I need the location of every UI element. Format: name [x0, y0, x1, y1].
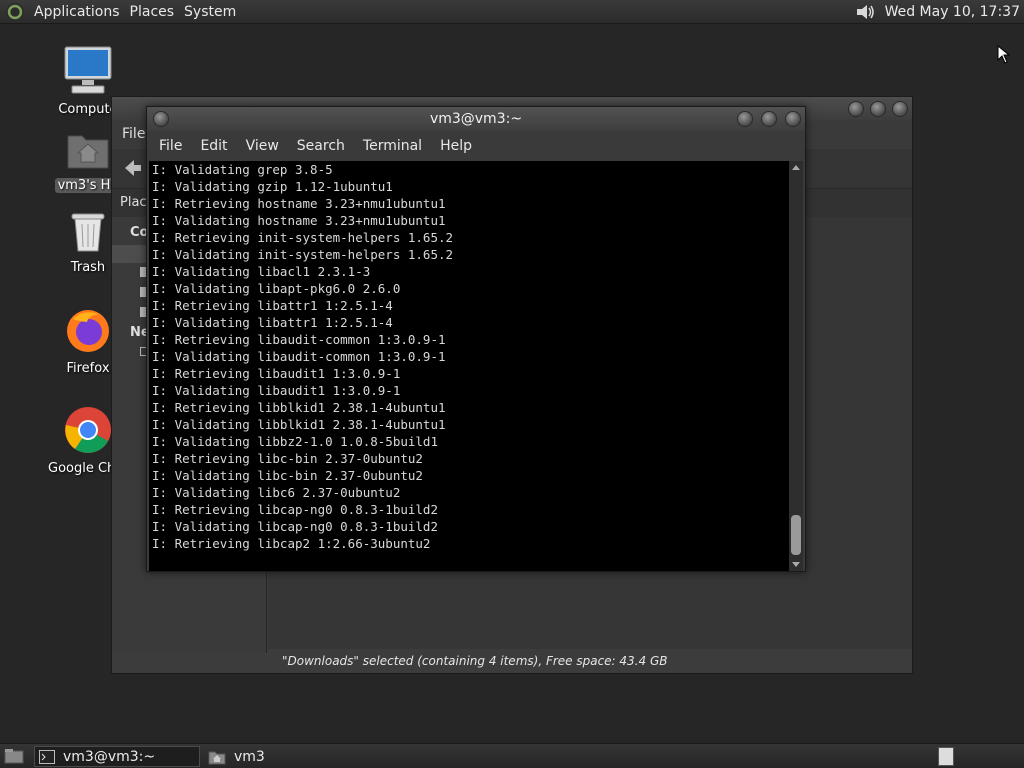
- scroll-down-icon[interactable]: [789, 561, 803, 569]
- terminal-line: I: Validating libapt-pkg6.0 2.6.0: [152, 281, 401, 296]
- terminal-line: I: Validating libacl1 2.3.1-3: [152, 264, 371, 279]
- terminal-output[interactable]: I: Validating grep 3.8-5 I: Validating gz…: [149, 161, 791, 571]
- file-menu[interactable]: File: [122, 126, 145, 142]
- taskbar-item-label: vm3@vm3:~: [63, 748, 156, 765]
- terminal-menu-search[interactable]: Search: [297, 138, 345, 154]
- workspace-switcher-icon[interactable]: [938, 747, 954, 766]
- terminal-line: I: Retrieving init-system-helpers 1.65.2: [152, 230, 454, 245]
- terminal-line: I: Validating gzip 1.12-1ubuntu1: [152, 179, 393, 194]
- clock[interactable]: Wed May 10, 17:37: [885, 4, 1020, 20]
- terminal-menu-file[interactable]: File: [159, 138, 182, 154]
- terminal-menubar: File Edit View Search Terminal Help: [147, 133, 805, 159]
- terminal-line: I: Validating init-system-helpers 1.65.2: [152, 247, 454, 262]
- terminal-scrollbar[interactable]: [789, 161, 803, 571]
- terminal-line: I: Validating libblkid1 2.38.1-4ubuntu1: [152, 417, 446, 432]
- minimize-button[interactable]: [848, 101, 864, 117]
- terminal-line: I: Retrieving libblkid1 2.38.1-4ubuntu1: [152, 400, 446, 415]
- terminal-lines: I: Validating grep 3.8-5 I: Validating gz…: [149, 161, 791, 552]
- terminal-line: I: Retrieving libcap-ng0 0.8.3-1build2: [152, 502, 438, 517]
- terminal-line: I: Retrieving hostname 3.23+nmu1ubuntu1: [152, 196, 446, 211]
- terminal-menu-view[interactable]: View: [246, 138, 279, 154]
- taskbar-item-file-manager[interactable]: vm3: [204, 746, 324, 767]
- terminal-line: I: Validating libbz2-1.0 1.0.8-5build1: [152, 434, 438, 449]
- top-panel: Applications Places System Wed May 10, 1…: [0, 0, 1024, 24]
- desktop-icon-label: Firefox: [66, 361, 110, 376]
- terminal-title: vm3@vm3:~: [429, 111, 523, 127]
- applications-menu[interactable]: Applications: [34, 4, 120, 20]
- terminal-line: I: Retrieving libaudit1 1:3.0.9-1: [152, 366, 401, 381]
- terminal-line: I: Validating libcap-ng0 0.8.3-1build2: [152, 519, 438, 534]
- mouse-cursor-icon: [997, 44, 1011, 69]
- minimize-button[interactable]: [737, 111, 753, 127]
- bottom-panel: vm3@vm3:~ vm3: [0, 743, 1024, 768]
- terminal-line: I: Validating libc6 2.37-0ubuntu2: [152, 485, 401, 500]
- computer-icon: [48, 44, 128, 100]
- window-menu-button[interactable]: [153, 111, 169, 127]
- terminal-menu-terminal[interactable]: Terminal: [363, 138, 422, 154]
- close-button[interactable]: [892, 101, 908, 117]
- terminal-line: I: Retrieving libcap2 1:2.66-3ubuntu2: [152, 536, 431, 551]
- file-manager-statusbar: "Downloads" selected (containing 4 items…: [268, 649, 912, 673]
- terminal-window[interactable]: vm3@vm3:~ File Edit View Search Terminal…: [146, 106, 806, 572]
- close-button[interactable]: [785, 111, 801, 127]
- places-menu[interactable]: Places: [130, 4, 175, 20]
- maximize-button[interactable]: [870, 101, 886, 117]
- terminal-line: I: Validating hostname 3.23+nmu1ubuntu1: [152, 213, 446, 228]
- terminal-menu-edit[interactable]: Edit: [200, 138, 227, 154]
- show-desktop-icon[interactable]: [4, 748, 24, 768]
- system-tray: Wed May 10, 17:37: [855, 0, 1024, 24]
- terminal-menu-help[interactable]: Help: [440, 138, 472, 154]
- desktop-icon-label: Compute: [58, 102, 118, 117]
- system-menu[interactable]: System: [184, 4, 236, 20]
- taskbar-item-terminal[interactable]: vm3@vm3:~: [34, 746, 200, 767]
- terminal-scrollbar-thumb[interactable]: [791, 515, 801, 555]
- terminal-titlebar[interactable]: vm3@vm3:~: [147, 107, 805, 131]
- terminal-line: I: Validating libaudit-common 1:3.0.9-1: [152, 349, 446, 364]
- terminal-line: I: Validating libaudit1 1:3.0.9-1: [152, 383, 401, 398]
- terminal-line: I: Retrieving libattr1 1:2.5.1-4: [152, 298, 393, 313]
- terminal-line: I: Validating libattr1 1:2.5.1-4: [152, 315, 393, 330]
- distro-logo-icon[interactable]: [6, 2, 24, 21]
- terminal-icon: [39, 749, 55, 764]
- maximize-button[interactable]: [761, 111, 777, 127]
- terminal-line: I: Retrieving libc-bin 2.37-0ubuntu2: [152, 451, 423, 466]
- back-arrow-icon[interactable]: [122, 157, 144, 183]
- taskbar-item-label: vm3: [234, 748, 265, 765]
- terminal-line: I: Validating grep 3.8-5: [152, 162, 333, 177]
- desktop-icon-label: Trash: [70, 260, 106, 275]
- scroll-up-icon[interactable]: [789, 163, 803, 171]
- home-folder-icon: [208, 751, 226, 764]
- terminal-line: I: Retrieving libaudit-common 1:3.0.9-1: [152, 332, 446, 347]
- volume-icon[interactable]: [855, 3, 877, 21]
- places-label[interactable]: Plac: [120, 195, 147, 210]
- terminal-line: I: Validating libc-bin 2.37-0ubuntu2: [152, 468, 423, 483]
